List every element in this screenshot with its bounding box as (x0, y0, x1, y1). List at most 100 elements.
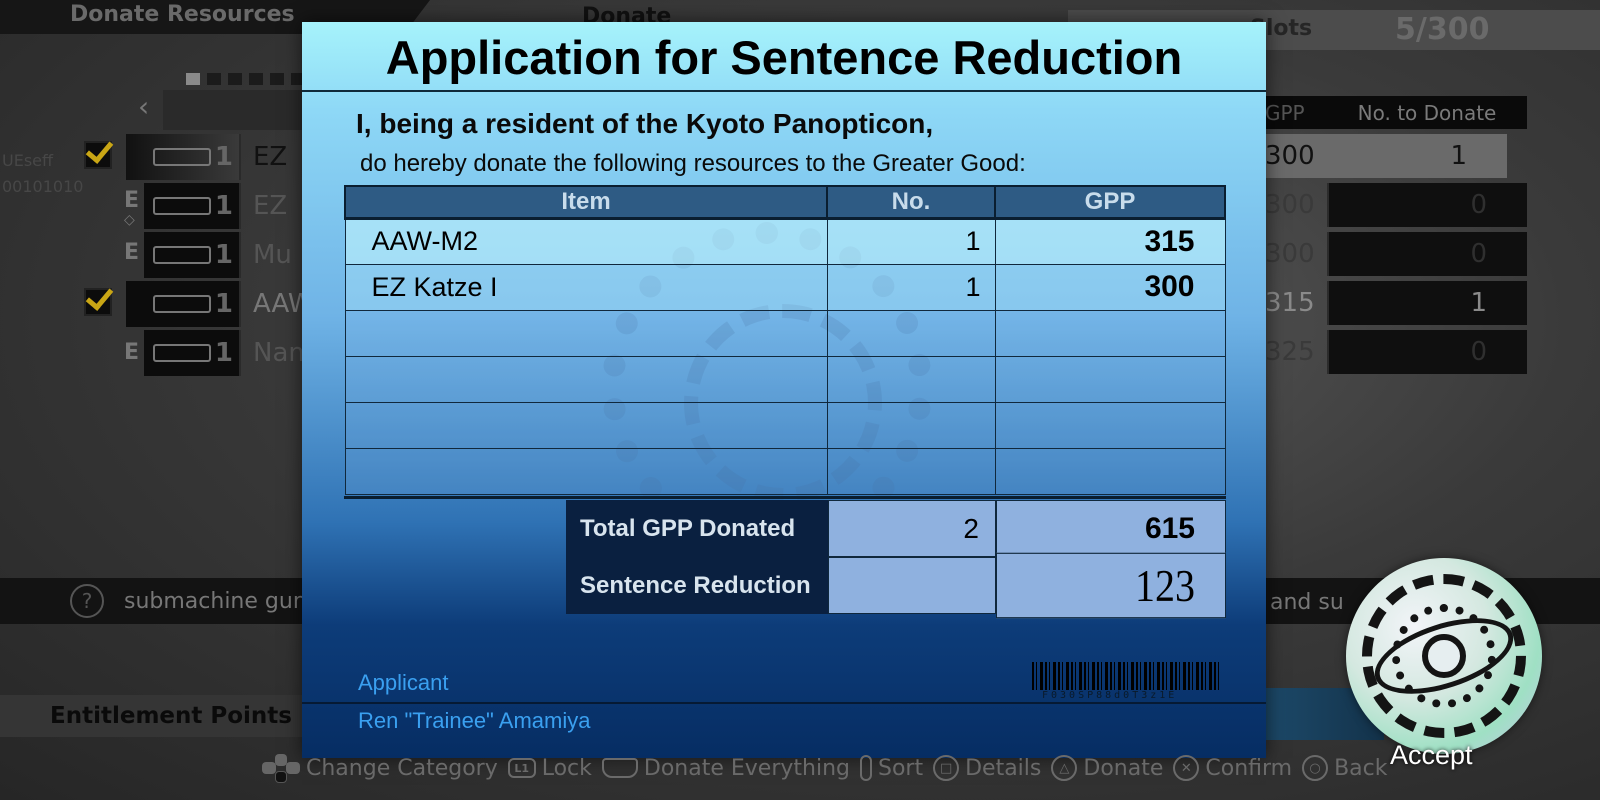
item-no (826, 355, 996, 403)
weapon-icon-cell: 1 (144, 232, 241, 278)
sentence-reduction-no (828, 557, 996, 614)
pager-dot[interactable] (270, 73, 284, 85)
hint-lock[interactable]: L1 Lock (507, 756, 592, 781)
weapon-row[interactable]: 1 AAW (126, 281, 331, 327)
help-icon[interactable]: ? (70, 584, 104, 618)
item-gpp (994, 447, 1226, 495)
blade-icon (152, 246, 211, 264)
weapon-count: 1 (214, 289, 233, 319)
column-header-bar: GPP No. to Donate (1265, 96, 1527, 129)
chevron-left-icon[interactable]: ‹ (138, 90, 149, 123)
weapon-row-values[interactable]: 315 1 (1265, 281, 1527, 325)
weapon-gpp: 300 (1265, 141, 1315, 171)
hint-change-category[interactable]: Change Category (262, 754, 498, 783)
item-name (344, 309, 828, 357)
item-gpp (994, 401, 1226, 449)
donate-checkbox[interactable] (84, 288, 112, 316)
entitlement-label: Entitlement Points (50, 703, 292, 729)
rifle-icon (152, 344, 211, 362)
item-gpp (994, 355, 1226, 403)
rifle-icon (152, 197, 211, 215)
applicant-divider (302, 702, 1266, 704)
weapon-row-values[interactable]: 300 0 (1265, 232, 1527, 276)
hint-donate[interactable]: △ Donate (1051, 755, 1163, 781)
weapon-no-to-donate[interactable]: 1 (1327, 134, 1507, 178)
description-text-right: and su (1270, 590, 1344, 615)
eye-icon: ◇ (124, 212, 135, 228)
table-row (344, 401, 1226, 449)
hint-confirm[interactable]: ✕ Confirm (1173, 755, 1292, 781)
table-row: EZ Katze I 1 300 (344, 263, 1226, 311)
weapon-row[interactable]: 1 EZ (126, 134, 331, 180)
dpad-icon (262, 754, 300, 783)
item-no (826, 401, 996, 449)
pager-dot[interactable] (186, 73, 200, 85)
accept-label[interactable]: Accept (1390, 740, 1473, 771)
side-code: UEseff 00101010 (2, 148, 83, 200)
item-name: EZ Katze I (344, 263, 828, 311)
column-header-gpp: GPP (1265, 100, 1305, 125)
accept-seal-button[interactable] (1346, 558, 1542, 754)
hint-donate-everything[interactable]: Donate Everything (601, 756, 850, 781)
weapon-icon-cell: 1 (144, 330, 241, 376)
hint-label: Sort (877, 755, 924, 781)
equipped-marker: E (124, 240, 140, 265)
weapon-no-to-donate[interactable]: 0 (1327, 183, 1527, 227)
side-code-line: 00101010 (2, 177, 84, 196)
weapon-gpp: 315 (1265, 288, 1315, 318)
weapon-icon-cell: 1 (144, 183, 241, 229)
total-gpp-row: Total GPP Donated 2 615 (566, 500, 1226, 557)
barcode-icon (1032, 662, 1220, 690)
equipped-marker: E (124, 188, 140, 213)
weapon-count: 1 (214, 338, 233, 368)
sentence-reduction-label: Sentence Reduction (566, 557, 828, 614)
sentence-reduction-value: 123 (996, 552, 1226, 619)
cross-button-icon: ✕ (1173, 755, 1200, 781)
hint-details[interactable]: □ Details (933, 755, 1041, 781)
applicant-name: Ren "Trainee" Amamiya (358, 708, 591, 733)
weapon-no-to-donate[interactable]: 0 (1327, 232, 1527, 276)
pager-dot[interactable] (228, 73, 242, 85)
hint-back[interactable]: ○ Back (1302, 755, 1388, 781)
item-no (826, 309, 996, 357)
hint-label: Donate (1083, 755, 1164, 781)
intro-line-1: I, being a resident of the Kyoto Panopti… (356, 108, 934, 139)
column-header-no: No. (826, 185, 996, 220)
pager-dot[interactable] (207, 73, 221, 85)
control-hints: Change Category L1 Lock Donate Everythin… (262, 754, 1388, 783)
hint-label: Confirm (1205, 755, 1293, 781)
table-row (344, 355, 1226, 403)
weapon-no-to-donate[interactable]: 0 (1327, 330, 1527, 374)
r1-button-icon (601, 758, 638, 778)
weapon-count: 1 (214, 240, 233, 270)
hint-label: Change Category (306, 755, 498, 781)
hint-sort[interactable]: Sort (859, 755, 924, 781)
total-no-value: 2 (828, 500, 996, 557)
donate-checkbox[interactable] (84, 141, 112, 169)
table-bottom-divider (344, 496, 1226, 499)
item-no (826, 447, 996, 495)
equipped-marker: E (124, 340, 140, 365)
l1-button-icon: L1 (507, 758, 536, 778)
weapon-row-values[interactable]: 300 0 (1265, 183, 1527, 227)
application-dialog: Application for Sentence Reduction I, be… (302, 22, 1266, 758)
weapon-row-values[interactable]: 300 1 (1265, 134, 1507, 178)
pager-dot[interactable] (249, 73, 263, 85)
table-row (344, 447, 1226, 495)
total-gpp-value: 615 (996, 500, 1226, 557)
intro-line-2: do hereby donate the following resources… (360, 150, 1026, 177)
applicant-label: Applicant (358, 670, 449, 695)
item-no: 1 (826, 263, 996, 311)
item-no: 1 (826, 217, 996, 265)
weapon-row-values[interactable]: 325 0 (1265, 330, 1527, 374)
weapon-no-to-donate[interactable]: 1 (1327, 281, 1527, 325)
sentence-reduction-row: Sentence Reduction 123 (566, 552, 1226, 619)
donation-table: Item No. GPP AAW-M2 1 315 EZ Katze I 1 3… (344, 185, 1226, 495)
item-name (344, 401, 828, 449)
hint-label: Back (1334, 755, 1388, 781)
item-gpp (994, 309, 1226, 357)
totals-block: Total GPP Donated 2 615 Sentence Reducti… (566, 500, 1226, 619)
stick-icon (859, 755, 872, 781)
square-button-icon: □ (933, 755, 960, 781)
weapon-gpp: 300 (1265, 239, 1315, 269)
